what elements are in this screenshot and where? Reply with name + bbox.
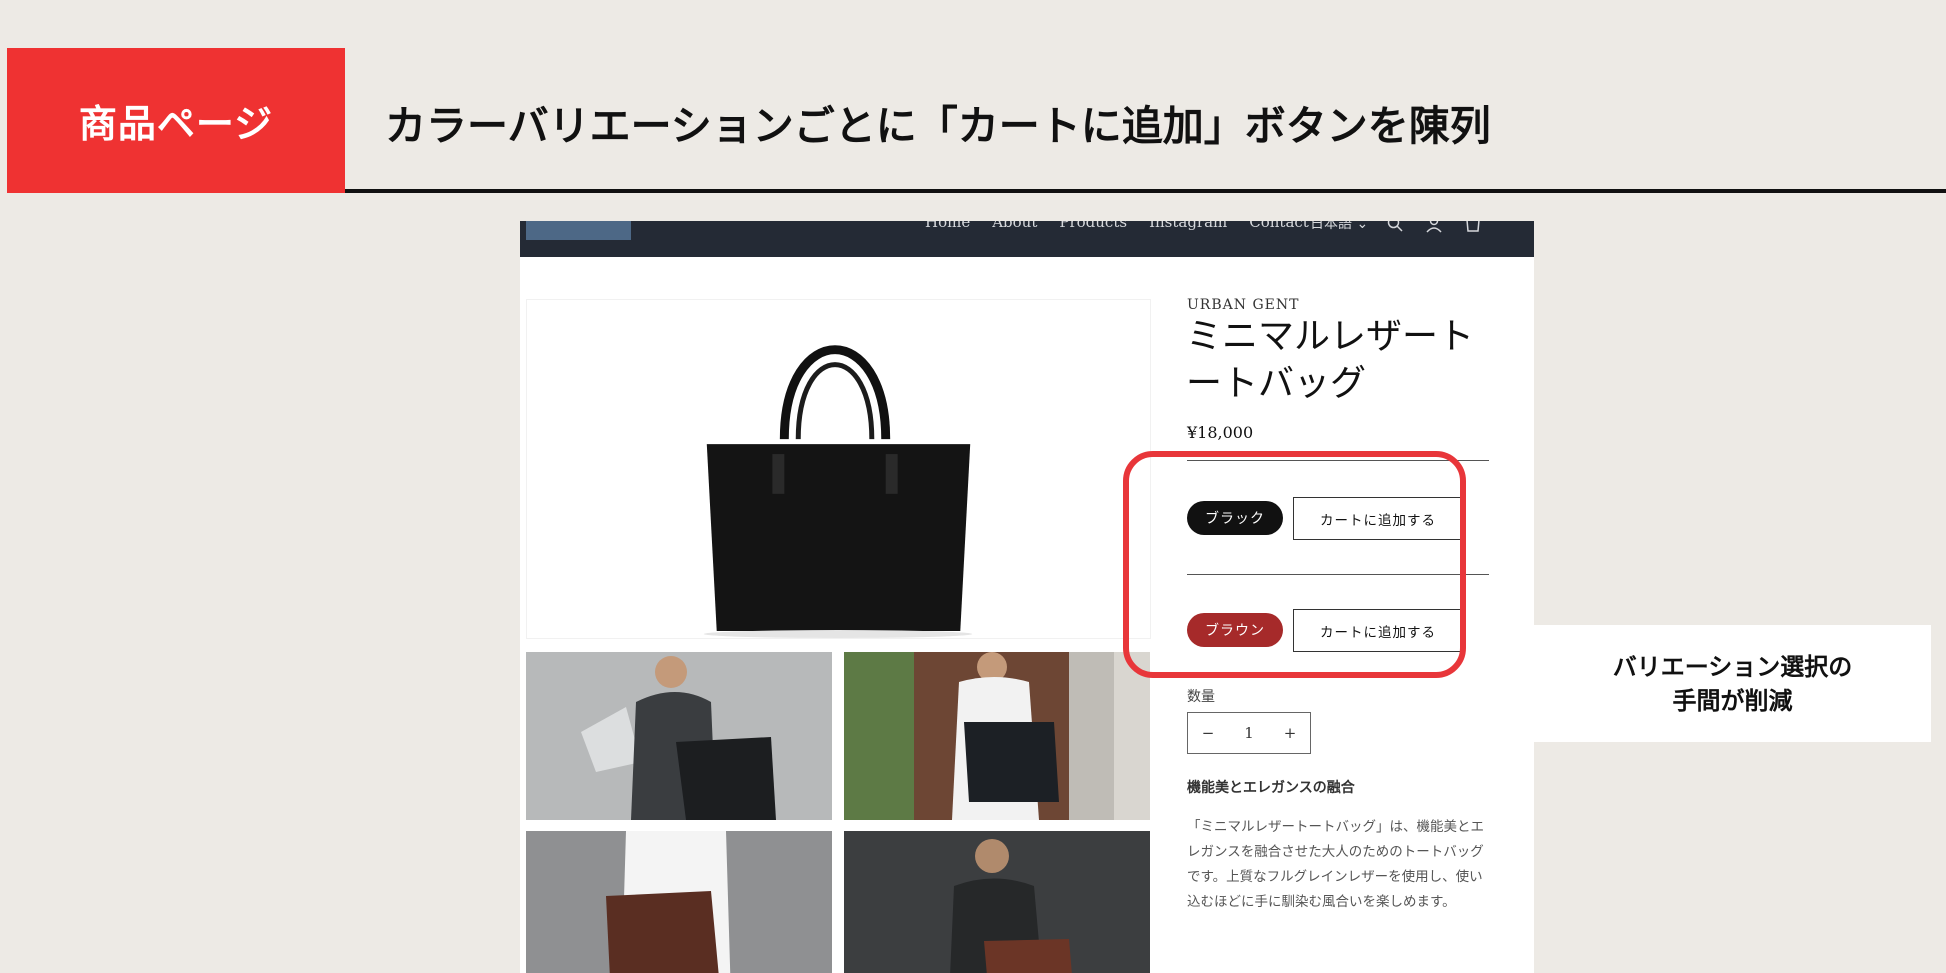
quantity-minus-button[interactable]: − [1188, 724, 1228, 742]
product-description: 「ミニマルレザートートバッグ」は、機能美とエレガンスを融合させた大人のためのトー… [1187, 819, 1484, 910]
product-thumbnail[interactable] [526, 652, 832, 820]
model-photo-black-bag-1 [526, 652, 832, 820]
nav-link-about[interactable]: About [992, 221, 1037, 231]
nav-link-home[interactable]: Home [925, 221, 970, 231]
quantity-plus-button[interactable]: + [1270, 724, 1310, 742]
black-tote-bag-image [703, 345, 973, 638]
product-main-image[interactable] [526, 299, 1151, 639]
product-title: ミニマルレザートートバッグ [1186, 316, 1475, 404]
search-icon[interactable] [1386, 221, 1404, 233]
store-logo[interactable] [526, 221, 631, 240]
language-select[interactable]: 日本語 ⌄ [1310, 221, 1368, 233]
model-photo-black-bag-2 [844, 652, 1150, 820]
header-rule [345, 189, 1946, 193]
variant-highlight-frame [1123, 451, 1466, 678]
account-icon[interactable] [1425, 221, 1443, 233]
product-thumbnail[interactable] [844, 831, 1150, 973]
nav-link-contact[interactable]: Contact [1249, 221, 1309, 231]
nav-link-instagram[interactable]: Instagram [1149, 221, 1227, 231]
nav-links: Home About Products Instagram Contact [925, 221, 1309, 231]
callout-line-2: 手間が削減 [1672, 686, 1793, 715]
quantity-label: 数量 [1187, 689, 1215, 705]
model-photo-brown-bag-1 [526, 831, 832, 973]
nav-link-products[interactable]: Products [1059, 221, 1127, 231]
slide-headline: カラーバリエーションごとに「カートに追加」ボタンを陳列 [385, 102, 1491, 150]
cart-icon[interactable] [1464, 221, 1482, 233]
product-price: ¥18,000 [1187, 423, 1254, 442]
model-photo-brown-bag-2 [844, 831, 1150, 973]
callout-line-1: バリエーション選択の [1612, 652, 1853, 681]
page-tag: 商品ページ [7, 48, 345, 193]
quantity-value[interactable]: 1 [1229, 724, 1269, 742]
product-thumbnail[interactable] [844, 652, 1150, 820]
product-vendor: URBAN GENT [1187, 297, 1300, 313]
callout-box: バリエーション選択の 手間が削減 [1534, 625, 1931, 742]
product-thumbnail[interactable] [526, 831, 832, 973]
quantity-stepper[interactable]: − 1 + [1187, 712, 1311, 754]
store-navbar: Home About Products Instagram Contact 日本… [520, 221, 1534, 257]
description-heading: 機能美とエレガンスの融合 [1187, 780, 1355, 796]
